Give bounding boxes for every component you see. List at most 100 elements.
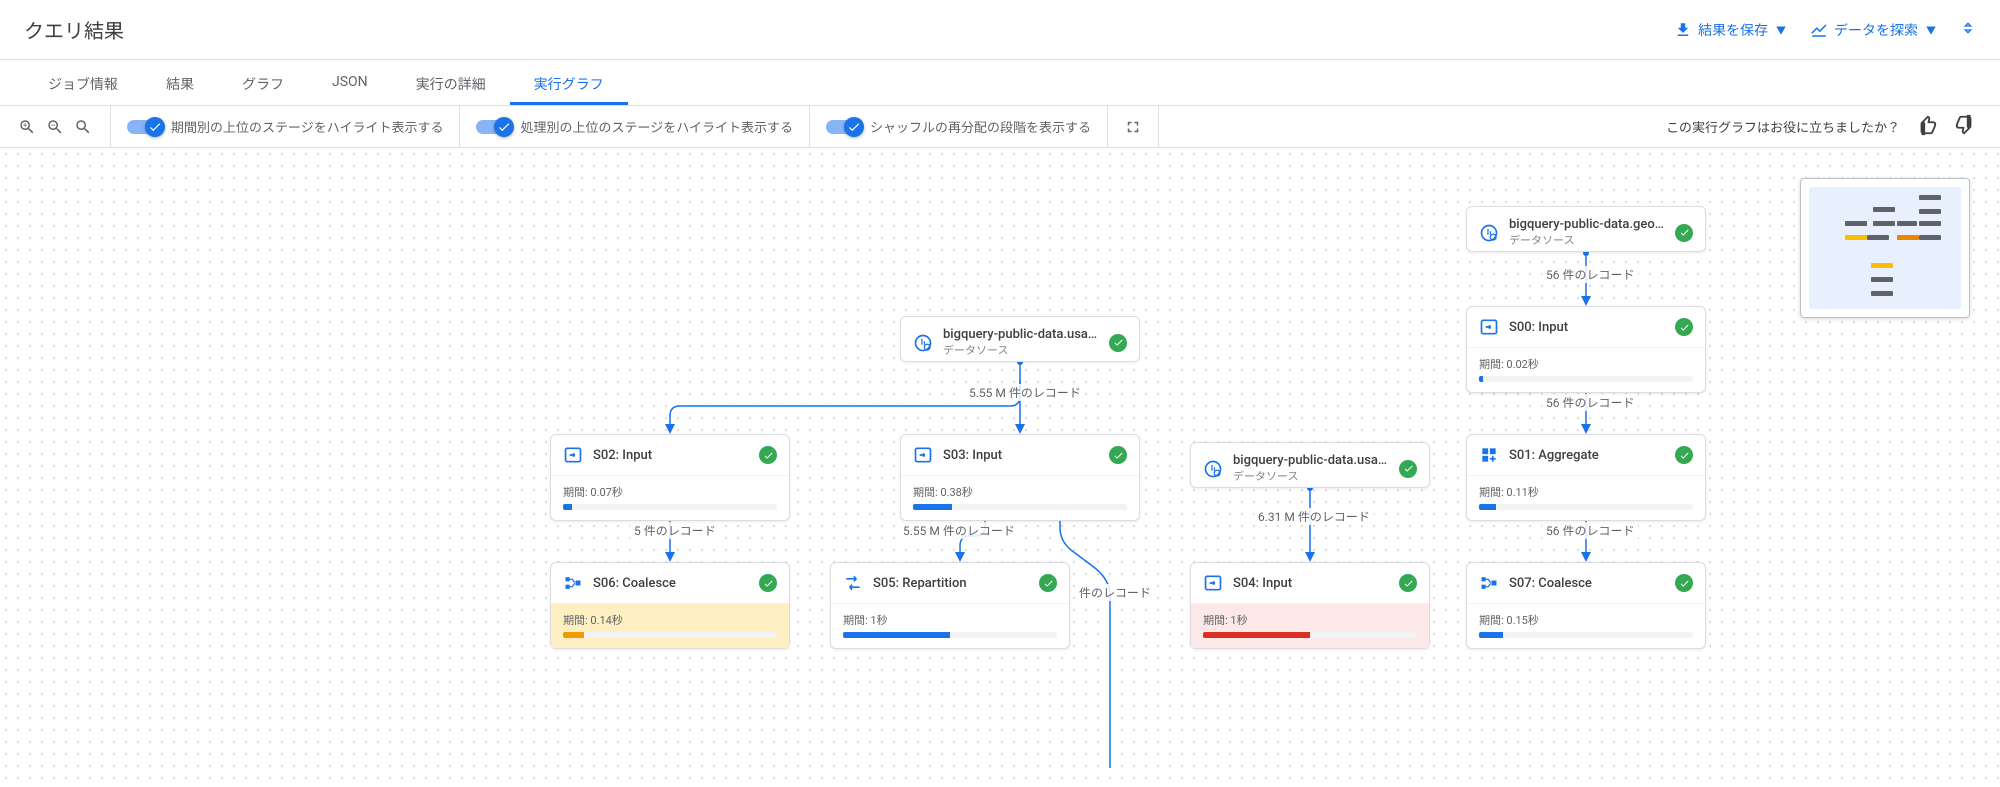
edge-label: 5 件のレコード bbox=[630, 522, 720, 539]
node-s03[interactable]: S03: Input 期間: 0.38秒 bbox=[900, 434, 1140, 521]
fullscreen-button[interactable] bbox=[1108, 106, 1159, 147]
node-title: bigquery-public-data.geo_u bbox=[1509, 217, 1665, 232]
node-s05[interactable]: S05: Repartition 期間: 1秒 bbox=[830, 562, 1070, 649]
duration-label: 期間: 0.07秒 bbox=[563, 484, 777, 500]
minimap-viewport bbox=[1809, 187, 1961, 309]
node-ds-geo[interactable]: bigquery-public-data.geo_u データソース bbox=[1466, 206, 1706, 252]
edge-label: 56 件のレコード bbox=[1542, 394, 1638, 411]
explore-data-button[interactable]: データを探索 ▼ bbox=[1810, 20, 1936, 40]
duration-label: 期間: 0.02秒 bbox=[1479, 356, 1693, 372]
toggle-highlight-time: 期間別の上位のステージをハイライト表示する bbox=[111, 106, 460, 147]
check-icon bbox=[148, 120, 162, 134]
node-subtitle: データソース bbox=[1509, 232, 1665, 248]
status-badge bbox=[1039, 574, 1057, 592]
toolbar: 期間別の上位のステージをハイライト表示する 処理別の上位のステージをハイライト表… bbox=[0, 106, 2000, 148]
check-icon bbox=[497, 120, 511, 134]
duration-label: 期間: 0.11秒 bbox=[1479, 484, 1693, 500]
zoom-reset-icon[interactable] bbox=[74, 118, 92, 136]
toggle-highlight-proc: 処理別の上位のステージをハイライト表示する bbox=[460, 106, 809, 147]
toggle-label: シャッフルの再分配の段階を表示する bbox=[870, 117, 1091, 136]
minimap[interactable] bbox=[1800, 178, 1970, 318]
node-ds-usa2[interactable]: bigquery-public-data.usa_n データソース bbox=[1190, 442, 1430, 488]
node-title: S01: Aggregate bbox=[1509, 448, 1665, 463]
node-s02[interactable]: S02: Input 期間: 0.07秒 bbox=[550, 434, 790, 521]
execution-graph-canvas[interactable]: 56 件のレコード 56 件のレコード 56 件のレコード 5.55 M 件のレ… bbox=[0, 148, 2000, 787]
feedback: この実行グラフはお役に立ちましたか？ bbox=[1159, 114, 2000, 140]
thumbs-up-icon bbox=[1916, 114, 1938, 136]
node-ds-usa1[interactable]: bigquery-public-data.usa_n データソース bbox=[900, 316, 1140, 362]
page-title: クエリ結果 bbox=[24, 15, 124, 44]
tab-json[interactable]: JSON bbox=[308, 60, 392, 105]
duration-label: 期間: 1秒 bbox=[843, 612, 1057, 628]
tab-exec-graph[interactable]: 実行グラフ bbox=[510, 60, 628, 105]
aggregate-icon bbox=[1479, 445, 1499, 465]
status-badge bbox=[1399, 460, 1417, 478]
thumbs-down-button[interactable] bbox=[1954, 114, 1976, 140]
node-s07[interactable]: S07: Coalesce 期間: 0.15秒 bbox=[1466, 562, 1706, 649]
datasource-icon bbox=[913, 333, 933, 353]
chevron-down-icon: ▼ bbox=[1776, 22, 1786, 37]
zoom-in-icon[interactable] bbox=[18, 118, 36, 136]
input-icon bbox=[913, 445, 933, 465]
progress-bar bbox=[563, 504, 777, 510]
node-s01[interactable]: S01: Aggregate 期間: 0.11秒 bbox=[1466, 434, 1706, 521]
progress-bar bbox=[843, 632, 1057, 638]
explore-data-label: データを探索 bbox=[1834, 20, 1918, 40]
save-results-button[interactable]: 結果を保存 ▼ bbox=[1674, 20, 1786, 40]
input-icon bbox=[1479, 317, 1499, 337]
tabs: ジョブ情報 結果 グラフ JSON 実行の詳細 実行グラフ bbox=[0, 60, 2000, 106]
tab-graph[interactable]: グラフ bbox=[218, 60, 308, 105]
status-badge bbox=[759, 574, 777, 592]
datasource-icon bbox=[1203, 459, 1223, 479]
progress-bar bbox=[1479, 504, 1693, 510]
edge-label: 件のレコード bbox=[1075, 584, 1155, 601]
node-s00[interactable]: S00: Input 期間: 0.02秒 bbox=[1466, 306, 1706, 393]
tab-exec-details[interactable]: 実行の詳細 bbox=[392, 60, 510, 105]
coalesce-icon bbox=[563, 573, 583, 593]
fullscreen-icon bbox=[1124, 118, 1142, 136]
node-title: bigquery-public-data.usa_n bbox=[1233, 453, 1389, 468]
progress-bar bbox=[563, 632, 777, 638]
repartition-icon bbox=[843, 573, 863, 593]
toggle-switch[interactable] bbox=[476, 120, 510, 134]
node-title: S00: Input bbox=[1509, 320, 1665, 335]
node-s06[interactable]: S06: Coalesce 期間: 0.14秒 bbox=[550, 562, 790, 649]
status-badge bbox=[1675, 224, 1693, 242]
tab-job-info[interactable]: ジョブ情報 bbox=[24, 60, 142, 105]
edge-label: 56 件のレコード bbox=[1542, 522, 1638, 539]
node-title: bigquery-public-data.usa_n bbox=[943, 327, 1099, 342]
edge-label: 5.55 M 件のレコード bbox=[965, 384, 1085, 401]
status-badge bbox=[1675, 574, 1693, 592]
toggle-label: 期間別の上位のステージをハイライト表示する bbox=[171, 117, 443, 136]
edge-label: 56 件のレコード bbox=[1542, 266, 1638, 283]
status-badge bbox=[1109, 446, 1127, 464]
status-badge bbox=[1399, 574, 1417, 592]
status-badge bbox=[1675, 318, 1693, 336]
node-title: S07: Coalesce bbox=[1509, 576, 1665, 591]
node-subtitle: データソース bbox=[943, 342, 1099, 358]
toggle-switch[interactable] bbox=[826, 120, 860, 134]
feedback-text: この実行グラフはお役に立ちましたか？ bbox=[1666, 117, 1900, 136]
unfold-icon bbox=[1960, 20, 1976, 36]
header: クエリ結果 結果を保存 ▼ データを探索 ▼ bbox=[0, 0, 2000, 60]
status-badge bbox=[1675, 446, 1693, 464]
thumbs-up-button[interactable] bbox=[1916, 114, 1938, 140]
progress-bar bbox=[1203, 632, 1417, 638]
progress-bar bbox=[1479, 376, 1693, 382]
toggle-switch[interactable] bbox=[127, 120, 161, 134]
node-s04[interactable]: S04: Input 期間: 1秒 bbox=[1190, 562, 1430, 649]
node-title: S05: Repartition bbox=[873, 576, 1029, 591]
progress-bar bbox=[1479, 632, 1693, 638]
tab-results[interactable]: 結果 bbox=[142, 60, 218, 105]
node-title: S06: Coalesce bbox=[593, 576, 749, 591]
zoom-out-icon[interactable] bbox=[46, 118, 64, 136]
progress-bar bbox=[913, 504, 1127, 510]
datasource-icon bbox=[1479, 223, 1499, 243]
save-results-label: 結果を保存 bbox=[1698, 20, 1768, 40]
toggle-shuffle: シャッフルの再分配の段階を表示する bbox=[810, 106, 1108, 147]
thumbs-down-icon bbox=[1954, 114, 1976, 136]
node-subtitle: データソース bbox=[1233, 468, 1389, 484]
status-badge bbox=[1109, 334, 1127, 352]
zoom-controls bbox=[0, 106, 111, 147]
expand-collapse-button[interactable] bbox=[1960, 20, 1976, 40]
